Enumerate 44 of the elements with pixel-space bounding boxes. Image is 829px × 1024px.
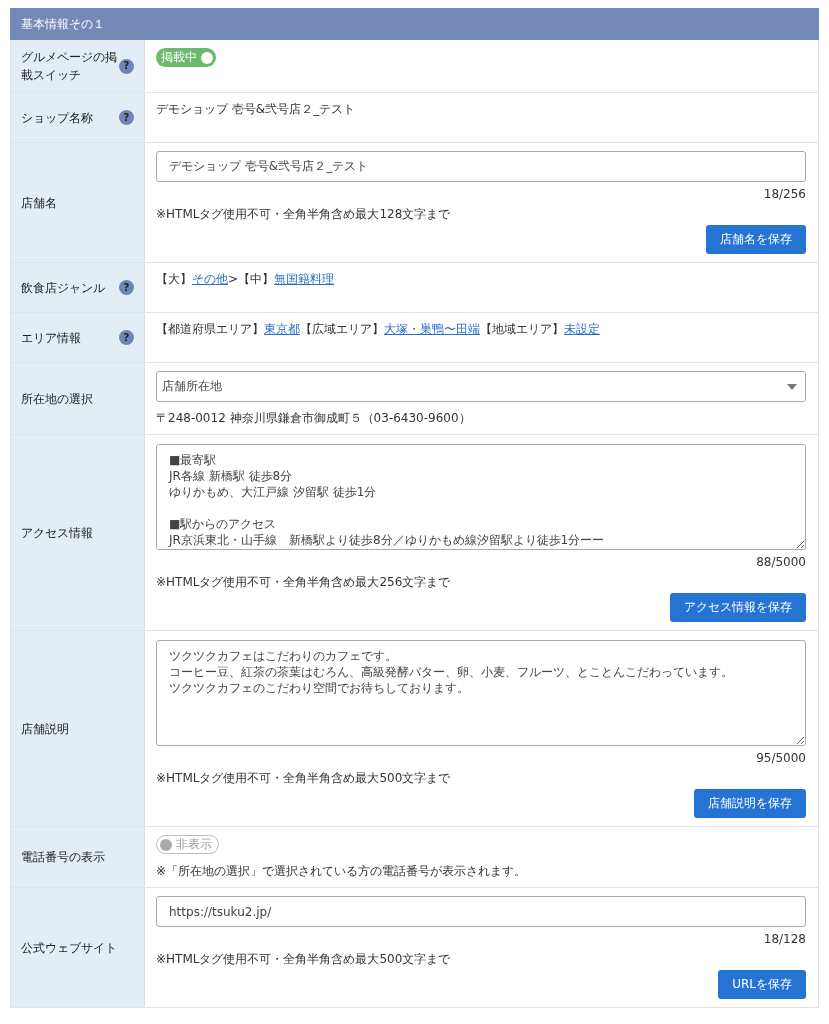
category-path: 【大】その他>【中】無国籍料理	[156, 271, 335, 287]
toggle-switch[interactable]: 非表示	[156, 835, 219, 854]
field-label: 飲食店ジャンル	[21, 279, 105, 297]
link[interactable]: 大塚・巣鴨〜田端	[384, 322, 480, 336]
text-area[interactable]: ツクツクカフェはこだわりのカフェです。 コーヒー豆、紅茶の茶葉はむろん、高級発酵バター、卵、小麦、フルーツ、とことんこだわっています。 ツクツクカフェのこだわり空間でお待ちしております。	[156, 640, 806, 746]
help-icon[interactable]: ?	[119, 58, 134, 74]
save-button[interactable]: 店舗説明を保存	[694, 789, 806, 818]
field-label: グルメページの掲載スイッチ	[21, 49, 118, 84]
category-path: 【都道府県エリア】東京都【広域エリア】大塚・巣鴨〜田端【地域エリア】未設定	[156, 321, 600, 337]
link[interactable]: 無国籍料理	[274, 272, 335, 286]
hint-text: ※HTMLタグ使用不可・全角半角含め最大128文字まで	[156, 207, 451, 222]
hint-text: ※HTMLタグ使用不可・全角半角含め最大500文字まで	[156, 771, 451, 786]
input-field[interactable]: デモショップ 壱号&弐号店２_テスト	[156, 151, 806, 182]
text-area[interactable]: ■最寄駅 JR各線 新橋駅 徒歩8分 ゆりかもめ、大江戸線 汐留駅 徒歩1分 ■駅からのアクセス JR京浜東北・山手線 新橋駅より徒歩8分／ゆりかもめ線汐留駅より徒歩1分ーー	[156, 444, 806, 550]
select-field[interactable]: 店舗所在地	[156, 371, 806, 402]
field-label: 所在地の選択	[21, 390, 93, 408]
field-label: エリア情報	[21, 329, 81, 347]
field-value: デモショップ 壱号&弐号店２_テスト	[156, 101, 356, 117]
link[interactable]: その他	[192, 272, 228, 286]
field-label: 電話番号の表示	[21, 849, 105, 866]
field-label: アクセス情報	[21, 524, 93, 542]
panel-header: 基本情報その１	[10, 8, 819, 40]
address-text: 〒248-0012 神奈川県鎌倉市御成町５（03-6430-9600）	[156, 411, 471, 426]
hint-text: ※「所在地の選択」で選択されている方の電話番号が表示されます。	[156, 864, 527, 879]
char-counter: 95/5000	[756, 751, 806, 766]
help-icon[interactable]: ?	[119, 110, 134, 125]
field-label: ショップ名称	[21, 109, 93, 127]
input-field[interactable]: https://tsuku2.jp/	[156, 896, 806, 927]
save-button[interactable]: URLを保存	[718, 970, 806, 999]
char-counter: 88/5000	[756, 555, 806, 570]
help-icon[interactable]: ?	[119, 280, 134, 295]
save-button[interactable]: 店舗名を保存	[706, 225, 806, 254]
field-label: 店舗説明	[21, 720, 69, 738]
link[interactable]: 未設定	[564, 322, 600, 336]
field-label: 店舗名	[21, 194, 57, 212]
help-icon[interactable]: ?	[119, 330, 134, 345]
hint-text: ※HTMLタグ使用不可・全角半角含め最大500文字まで	[156, 952, 451, 967]
save-button[interactable]: アクセス情報を保存	[670, 593, 806, 622]
link[interactable]: 東京都	[264, 322, 300, 336]
field-label: 公式ウェブサイト	[21, 939, 117, 957]
char-counter: 18/256	[763, 187, 806, 202]
hint-text: ※HTMLタグ使用不可・全角半角含め最大256文字まで	[156, 575, 451, 590]
dropdown-caret-icon	[787, 383, 797, 390]
char-counter: 18/128	[763, 932, 806, 947]
